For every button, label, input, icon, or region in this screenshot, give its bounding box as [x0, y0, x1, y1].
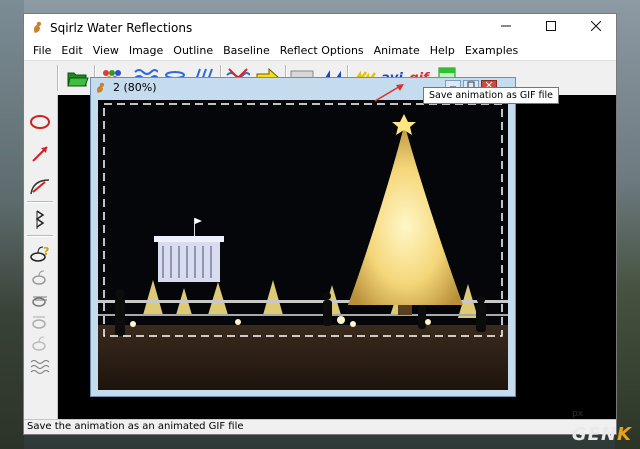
- open-file-button[interactable]: [66, 66, 90, 90]
- squirrel-doc-icon: [96, 82, 105, 93]
- menu-edit[interactable]: Edit: [56, 41, 87, 60]
- watermark-accent: K: [617, 424, 632, 445]
- desktop-background-right: [615, 0, 640, 449]
- baseline-help-button[interactable]: ?: [29, 243, 51, 265]
- status-text: Save the animation as an animated GIF fi…: [27, 421, 244, 432]
- status-bar: Save the animation as an animated GIF fi…: [24, 419, 616, 434]
- tooltip-arrow-icon: [374, 84, 404, 102]
- lasso-striped-icon: [32, 296, 47, 307]
- gif-tooltip: Save animation as GIF file: [423, 87, 560, 104]
- curve-tool-button[interactable]: [29, 175, 51, 197]
- menu-image[interactable]: Image: [124, 41, 168, 60]
- menu-file[interactable]: File: [28, 41, 56, 60]
- tool-separator: [27, 201, 53, 203]
- svg-text:?: ?: [43, 245, 49, 258]
- minimize-icon: [501, 25, 511, 27]
- image-child-window: 2 (80%): [90, 77, 516, 397]
- tool-separator: [27, 235, 53, 237]
- lasso-faded-icon: [32, 336, 46, 351]
- water-pattern-icon: [30, 360, 50, 374]
- minimize-button[interactable]: [486, 14, 526, 41]
- red-arrow-icon: [32, 146, 48, 162]
- menu-animate[interactable]: Animate: [369, 41, 425, 60]
- christmas-tree-photo: [98, 100, 508, 390]
- close-button[interactable]: [576, 14, 616, 41]
- lasso-light-icon: [32, 316, 46, 329]
- menu-examples[interactable]: Examples: [460, 41, 523, 60]
- menu-view[interactable]: View: [88, 41, 124, 60]
- baseline-tool-2-button[interactable]: [29, 289, 51, 311]
- open-folder-icon: [67, 72, 89, 87]
- water-pattern-button[interactable]: [29, 355, 51, 377]
- curve-icon: [30, 179, 50, 195]
- zigzag-tool-button[interactable]: [29, 209, 51, 231]
- window-title: Sqirlz Water Reflections: [50, 21, 193, 35]
- maximize-icon: [546, 21, 556, 31]
- corner-label: px: [572, 409, 584, 419]
- watermark-main: GEN: [571, 424, 618, 445]
- left-tool-panel: ?: [24, 95, 58, 421]
- menu-outline[interactable]: Outline: [168, 41, 218, 60]
- menu-bar: File Edit View Image Outline Baseline Re…: [24, 41, 616, 61]
- lasso-gray-icon: [32, 270, 46, 285]
- squirrel-app-icon: [33, 21, 42, 33]
- close-icon: [590, 20, 602, 32]
- image-canvas[interactable]: [98, 100, 508, 390]
- toolbar-separator: [57, 65, 59, 91]
- line-tool-button[interactable]: [29, 143, 51, 165]
- watermark-logo: GENK: [572, 424, 632, 445]
- child-window-title: 2 (80%): [113, 81, 157, 94]
- red-ellipse-icon: [30, 115, 50, 129]
- baseline-tool-1-button[interactable]: [29, 267, 51, 289]
- lasso-question-icon: ?: [30, 245, 49, 262]
- maximize-button[interactable]: [531, 14, 571, 41]
- baseline-tool-4-button[interactable]: [29, 333, 51, 355]
- menu-help[interactable]: Help: [425, 41, 460, 60]
- zigzag-icon: [35, 210, 45, 229]
- title-bar[interactable]: Sqirlz Water Reflections: [24, 14, 616, 41]
- baseline-tool-3-button[interactable]: [29, 311, 51, 333]
- menu-reflect-options[interactable]: Reflect Options: [275, 41, 369, 60]
- menu-baseline[interactable]: Baseline: [218, 41, 275, 60]
- ellipse-tool-button[interactable]: [29, 111, 51, 133]
- desktop-background-left: [0, 0, 24, 449]
